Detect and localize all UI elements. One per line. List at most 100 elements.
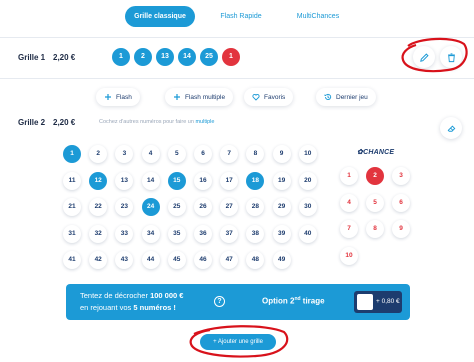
number-ball[interactable]: 23: [115, 198, 134, 216]
number-ball[interactable]: 22: [89, 198, 108, 216]
number-ball[interactable]: 28: [246, 198, 265, 216]
number-ball[interactable]: 10: [298, 145, 317, 163]
flash-button[interactable]: Flash: [96, 88, 140, 106]
grid1-ball: 25: [200, 48, 218, 66]
grid1-ball: 1: [112, 48, 130, 66]
number-ball[interactable]: 6: [194, 145, 212, 163]
number-ball[interactable]: 47: [220, 251, 239, 269]
option-checkbox[interactable]: [357, 294, 373, 310]
tab-multichances[interactable]: MultiChances: [288, 6, 348, 27]
number-ball[interactable]: 36: [194, 224, 212, 243]
chance-ball[interactable]: 6: [392, 193, 410, 212]
number-ball[interactable]: 20: [298, 171, 317, 190]
number-ball[interactable]: 17: [220, 171, 239, 190]
grid2-label: Grille 2: [18, 118, 46, 127]
number-ball[interactable]: 29: [272, 198, 291, 216]
flash-multiple-button[interactable]: Flash multiple: [165, 88, 234, 106]
number-ball[interactable]: 44: [141, 251, 160, 269]
number-ball[interactable]: 45: [167, 251, 186, 269]
grid1-ball: 2: [134, 48, 152, 66]
number-ball[interactable]: 46: [194, 251, 212, 269]
number-ball[interactable]: 25: [167, 198, 186, 216]
number-ball[interactable]: 24: [141, 198, 160, 216]
favoris-button[interactable]: Favoris: [244, 88, 294, 106]
number-ball[interactable]: 1: [63, 145, 81, 163]
number-ball[interactable]: 42: [89, 251, 108, 269]
dernier-jeu-label: Dernier jeu: [336, 93, 368, 101]
option-suffix: tirage: [302, 296, 325, 306]
clear-grid-button[interactable]: [440, 117, 462, 139]
number-ball[interactable]: 27: [220, 198, 239, 216]
grid1-ball: 13: [156, 48, 174, 66]
history-icon: [324, 93, 332, 101]
plus-icon: [174, 94, 180, 100]
number-ball[interactable]: 40: [298, 224, 317, 243]
divider: [0, 78, 474, 79]
number-ball[interactable]: 16: [194, 171, 212, 190]
flash-label: Flash: [116, 93, 132, 101]
chance-ball[interactable]: 10: [340, 246, 358, 265]
number-ball[interactable]: 19: [272, 171, 291, 190]
chance-ball[interactable]: 2: [366, 167, 384, 185]
number-ball[interactable]: 3: [115, 145, 134, 163]
number-ball[interactable]: 8: [246, 145, 265, 163]
tab-flash-rapide[interactable]: Flash Rapide: [212, 6, 270, 27]
number-ball[interactable]: 39: [272, 224, 291, 243]
plus-icon: [105, 94, 111, 100]
chance-ball[interactable]: 8: [366, 220, 384, 238]
hint-text: Cochez d'autres numéros pour faire un: [99, 119, 194, 125]
number-ball[interactable]: 34: [141, 224, 160, 243]
grid1-chance-ball: 1: [222, 48, 240, 66]
option-label: Option 2nd tirage: [262, 296, 325, 306]
grid1-ball: 14: [178, 48, 196, 66]
eraser-icon: [447, 125, 455, 132]
number-ball[interactable]: 13: [115, 171, 134, 190]
delete-grid-button[interactable]: [440, 46, 462, 68]
number-ball[interactable]: 5: [167, 145, 186, 163]
number-ball[interactable]: 26: [194, 198, 212, 216]
number-ball[interactable]: 12: [89, 171, 108, 190]
trash-icon: [447, 52, 455, 62]
info-icon[interactable]: ?: [214, 296, 225, 307]
number-ball[interactable]: 30: [298, 198, 317, 216]
option-price: + 0,80 €: [376, 298, 400, 305]
chance-ball[interactable]: 7: [340, 220, 358, 238]
dernier-jeu-button[interactable]: Dernier jeu: [316, 88, 376, 106]
chance-ball[interactable]: 3: [392, 167, 410, 185]
number-ball[interactable]: 7: [220, 145, 239, 163]
multiple-hint: Cochez d'autres numéros pour faire un mu…: [99, 119, 214, 125]
edit-grid-button[interactable]: [413, 46, 435, 68]
add-grid-button[interactable]: + Ajouter une grille: [200, 334, 276, 350]
number-ball[interactable]: 37: [220, 224, 239, 243]
number-ball[interactable]: 49: [272, 251, 291, 269]
chance-ball[interactable]: 5: [366, 193, 384, 212]
number-ball[interactable]: 43: [115, 251, 134, 269]
banner-line2: en rejouant vos: [80, 303, 132, 312]
tab-grille-classique[interactable]: Grille classique: [125, 6, 195, 27]
multiple-link[interactable]: multiple: [195, 119, 214, 125]
chance-ball[interactable]: 1: [340, 167, 358, 185]
number-ball[interactable]: 9: [272, 145, 291, 163]
flash-multiple-label: Flash multiple: [185, 93, 226, 101]
number-ball[interactable]: 41: [63, 251, 81, 269]
number-ball[interactable]: 33: [115, 224, 134, 243]
option-toggle[interactable]: + 0,80 €: [354, 291, 402, 313]
number-ball[interactable]: 38: [246, 224, 265, 243]
banner-amount: 100 000 €: [150, 291, 184, 300]
number-ball[interactable]: 15: [167, 171, 186, 190]
number-ball[interactable]: 35: [167, 224, 186, 243]
number-ball[interactable]: 4: [141, 145, 160, 163]
grid-type-tabs: Grille classique Flash Rapide MultiChanc…: [0, 6, 474, 28]
number-ball[interactable]: 31: [63, 224, 81, 243]
number-ball[interactable]: 18: [246, 171, 265, 190]
chance-logo: ✿CHANCE: [357, 148, 394, 156]
chance-ball[interactable]: 9: [392, 220, 410, 238]
number-ball[interactable]: 48: [246, 251, 265, 269]
favoris-label: Favoris: [264, 93, 286, 101]
chance-ball[interactable]: 4: [340, 193, 358, 212]
number-ball[interactable]: 21: [63, 198, 81, 216]
number-ball[interactable]: 32: [89, 224, 108, 243]
number-ball[interactable]: 14: [141, 171, 160, 190]
number-ball[interactable]: 11: [63, 171, 81, 190]
number-ball[interactable]: 2: [89, 145, 108, 163]
